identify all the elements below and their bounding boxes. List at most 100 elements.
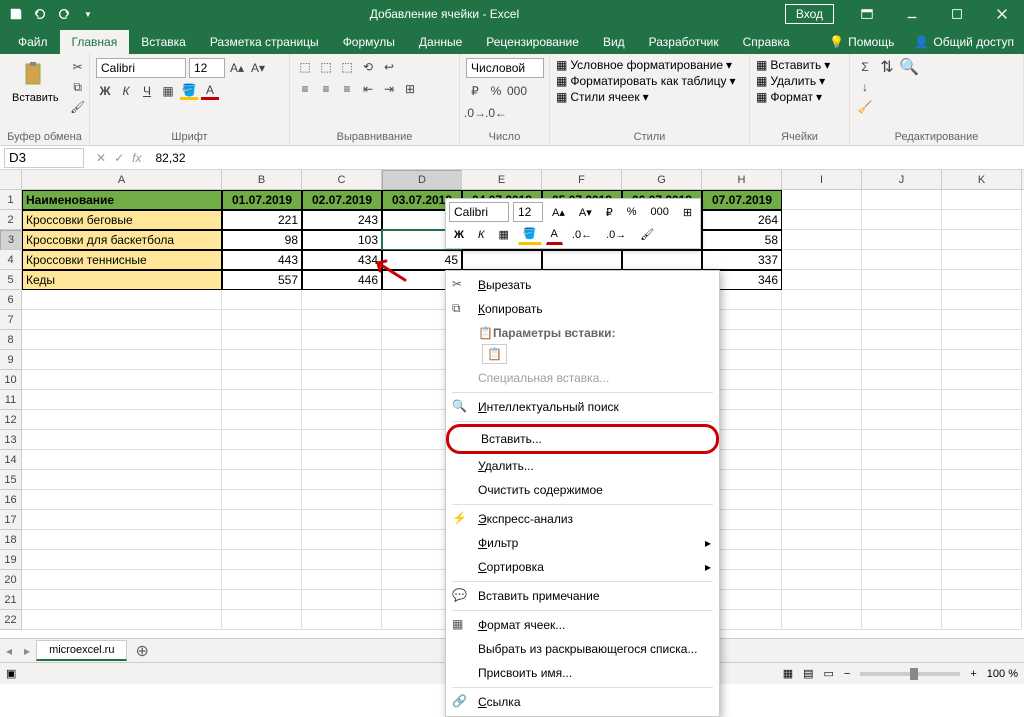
- cm-item[interactable]: ⧉Копировать: [446, 297, 719, 321]
- cell-J15[interactable]: [862, 470, 942, 490]
- conditional-format-button[interactable]: ▦ Условное форматирование ▾: [556, 58, 732, 72]
- cell-C14[interactable]: [302, 450, 382, 470]
- cell-J7[interactable]: [862, 310, 942, 330]
- sheet-nav-next-icon[interactable]: ▸: [18, 644, 36, 658]
- cell-I15[interactable]: [782, 470, 862, 490]
- maximize-icon[interactable]: [934, 0, 979, 28]
- paste-button[interactable]: Вставить: [6, 58, 65, 106]
- wrap-text-icon[interactable]: ↩: [380, 58, 398, 76]
- row-header-3[interactable]: 3: [0, 230, 22, 250]
- tab-help[interactable]: Справка: [731, 30, 802, 54]
- fx-icon[interactable]: fx: [132, 151, 141, 165]
- tab-data[interactable]: Данные: [407, 30, 474, 54]
- cell-A10[interactable]: [22, 370, 222, 390]
- row-header-17[interactable]: 17: [0, 510, 22, 530]
- tab-review[interactable]: Рецензирование: [474, 30, 591, 54]
- cell-I4[interactable]: [782, 250, 862, 270]
- row-header-12[interactable]: 12: [0, 410, 22, 430]
- mini-shrink-font-icon[interactable]: A▾: [574, 203, 597, 222]
- align-center-icon[interactable]: ≡: [317, 80, 335, 98]
- cell-I17[interactable]: [782, 510, 862, 530]
- cell-A18[interactable]: [22, 530, 222, 550]
- copy-icon[interactable]: ⧉: [69, 78, 87, 96]
- find-icon[interactable]: 🔍: [900, 58, 918, 76]
- cell-I1[interactable]: [782, 190, 862, 210]
- cell-A5[interactable]: Кеды: [22, 270, 222, 290]
- cell-A21[interactable]: [22, 590, 222, 610]
- sort-filter-icon[interactable]: ⇅: [878, 58, 896, 76]
- cell-J14[interactable]: [862, 450, 942, 470]
- ribbon-options-icon[interactable]: [844, 0, 889, 28]
- cell-J21[interactable]: [862, 590, 942, 610]
- minimize-icon[interactable]: [889, 0, 934, 28]
- col-header-F[interactable]: F: [542, 170, 622, 189]
- cell-C12[interactable]: [302, 410, 382, 430]
- cell-B12[interactable]: [222, 410, 302, 430]
- cell-J20[interactable]: [862, 570, 942, 590]
- col-header-D[interactable]: D: [382, 170, 462, 190]
- tab-layout[interactable]: Разметка страницы: [198, 30, 331, 54]
- cell-J17[interactable]: [862, 510, 942, 530]
- undo-icon[interactable]: [32, 6, 48, 22]
- cell-J9[interactable]: [862, 350, 942, 370]
- cell-C16[interactable]: [302, 490, 382, 510]
- row-header-11[interactable]: 11: [0, 390, 22, 410]
- align-bottom-icon[interactable]: ⬚: [338, 58, 356, 76]
- cancel-edit-icon[interactable]: ✕: [96, 151, 106, 165]
- cm-item[interactable]: Удалить...: [446, 454, 719, 478]
- cell-I20[interactable]: [782, 570, 862, 590]
- close-icon[interactable]: [979, 0, 1024, 28]
- cm-item[interactable]: 🔍Интеллектуальный поиск: [446, 395, 719, 419]
- mini-currency-icon[interactable]: ₽: [601, 203, 618, 222]
- cell-E4[interactable]: [462, 250, 542, 270]
- add-sheet-icon[interactable]: ⊕: [127, 641, 156, 661]
- cell-I13[interactable]: [782, 430, 862, 450]
- cell-B16[interactable]: [222, 490, 302, 510]
- cell-H3[interactable]: 58: [702, 230, 782, 250]
- italic-button[interactable]: К: [117, 82, 135, 100]
- formula-input[interactable]: 82,32: [149, 151, 1024, 165]
- cell-J18[interactable]: [862, 530, 942, 550]
- cell-K17[interactable]: [942, 510, 1022, 530]
- sheet-tab[interactable]: microexcel.ru: [36, 640, 127, 661]
- row-header-9[interactable]: 9: [0, 350, 22, 370]
- cell-I12[interactable]: [782, 410, 862, 430]
- save-icon[interactable]: [8, 6, 24, 22]
- cell-B5[interactable]: 557: [222, 270, 302, 290]
- cell-J19[interactable]: [862, 550, 942, 570]
- mini-comma-icon[interactable]: 000: [646, 203, 674, 221]
- cell-K9[interactable]: [942, 350, 1022, 370]
- align-right-icon[interactable]: ≡: [338, 80, 356, 98]
- view-normal-icon[interactable]: ▦: [783, 667, 793, 680]
- row-header-4[interactable]: 4: [0, 250, 22, 270]
- cm-item[interactable]: Вставить...: [446, 424, 719, 454]
- cm-item[interactable]: Выбрать из раскрывающегося списка...: [446, 637, 719, 661]
- cell-C11[interactable]: [302, 390, 382, 410]
- col-header-J[interactable]: J: [862, 170, 942, 189]
- cell-J4[interactable]: [862, 250, 942, 270]
- cell-J13[interactable]: [862, 430, 942, 450]
- cell-B9[interactable]: [222, 350, 302, 370]
- cell-C8[interactable]: [302, 330, 382, 350]
- row-header-21[interactable]: 21: [0, 590, 22, 610]
- cell-K5[interactable]: [942, 270, 1022, 290]
- login-button[interactable]: Вход: [785, 4, 834, 24]
- cell-C1[interactable]: 02.07.2019: [302, 190, 382, 210]
- cut-icon[interactable]: ✂: [69, 58, 87, 76]
- tellme-button[interactable]: 💡 Помощь: [819, 30, 904, 54]
- cell-H1[interactable]: 07.07.2019: [702, 190, 782, 210]
- merge-icon[interactable]: ⊞: [401, 80, 419, 98]
- cell-A11[interactable]: [22, 390, 222, 410]
- mini-grow-font-icon[interactable]: A▴: [547, 203, 570, 222]
- row-header-2[interactable]: 2: [0, 210, 22, 230]
- cell-K1[interactable]: [942, 190, 1022, 210]
- redo-icon[interactable]: [56, 6, 72, 22]
- format-cells-button[interactable]: ▦ Формат ▾: [756, 90, 822, 104]
- format-as-table-button[interactable]: ▦ Форматировать как таблицу ▾: [556, 74, 736, 88]
- col-header-B[interactable]: B: [222, 170, 302, 189]
- cell-J1[interactable]: [862, 190, 942, 210]
- border-button[interactable]: ▦: [159, 82, 177, 100]
- cm-item[interactable]: Присвоить имя...: [446, 661, 719, 685]
- cell-I9[interactable]: [782, 350, 862, 370]
- zoom-level[interactable]: 100 %: [987, 668, 1018, 680]
